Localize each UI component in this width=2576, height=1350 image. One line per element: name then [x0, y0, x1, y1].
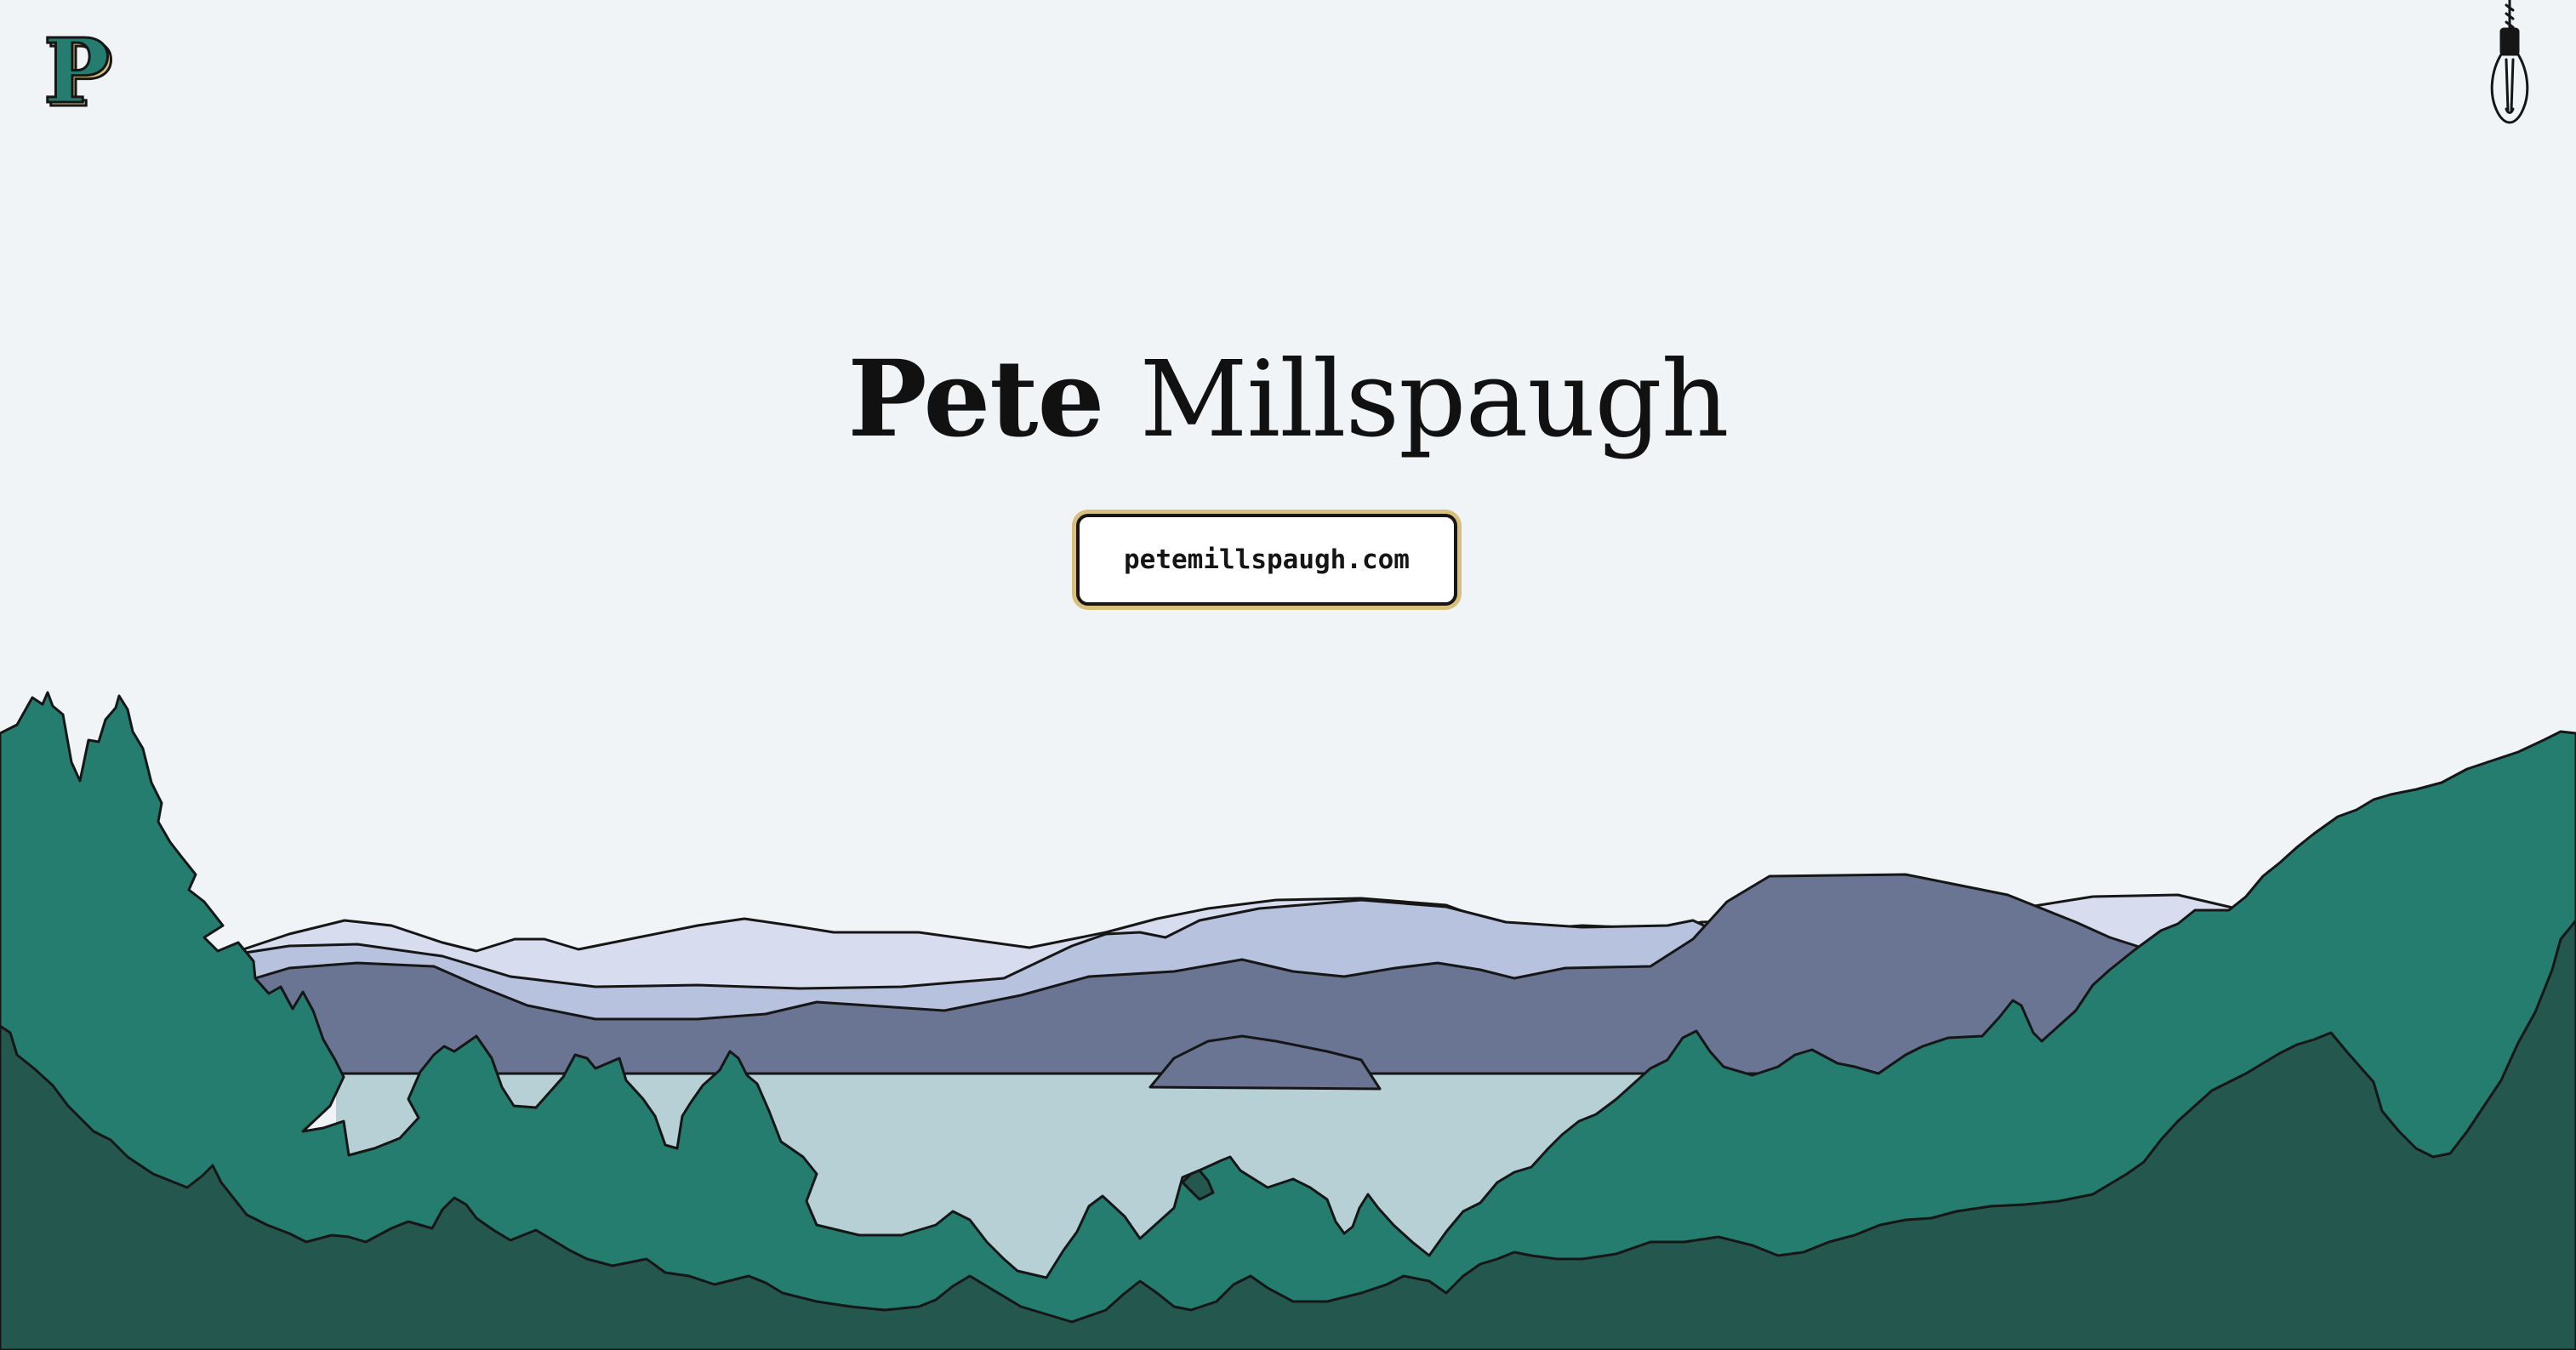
- site-logo[interactable]: P P: [34, 27, 128, 121]
- theme-toggle-button[interactable]: [2484, 0, 2535, 132]
- island: [1148, 1034, 1382, 1091]
- mid-mountains: [232, 898, 2231, 1031]
- landscape-illustration: [0, 0, 2576, 1350]
- lake: [336, 1074, 2144, 1327]
- light-bulb-icon: [2490, 0, 2529, 124]
- last-name: Millspaugh: [1139, 339, 1730, 461]
- near-mountains: [232, 873, 2167, 1075]
- page: P P Pete Millspaugh petemillspaugh.com: [0, 0, 2576, 1350]
- first-name: Pete: [847, 338, 1104, 461]
- p-monogram-logo-icon: P P: [42, 27, 114, 121]
- page-title: Pete Millspaugh: [0, 336, 2576, 464]
- logo-letter: P: [43, 27, 110, 121]
- forest-foreground: [0, 919, 2576, 1350]
- far-mountains: [237, 893, 2299, 1022]
- website-url-button[interactable]: petemillspaugh.com: [1076, 514, 1457, 606]
- forest-left: [0, 691, 2576, 1350]
- shore-trees: [1181, 1169, 1215, 1201]
